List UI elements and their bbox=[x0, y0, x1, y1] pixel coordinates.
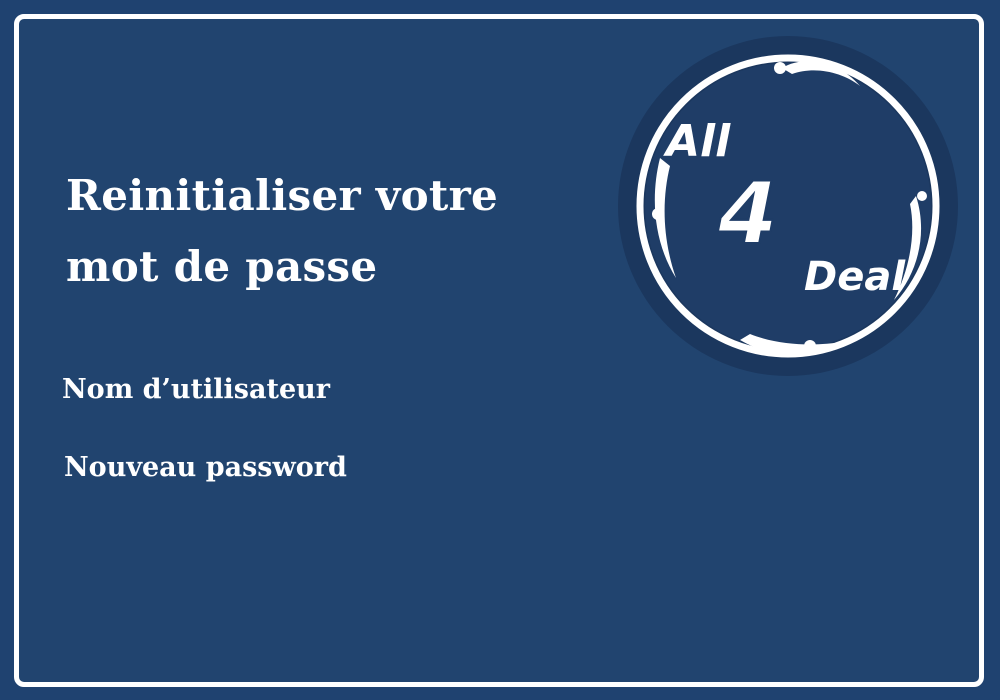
logo-inner-disc bbox=[645, 63, 931, 349]
username-label: Nom d’utilisateur bbox=[62, 374, 331, 405]
all4deal-logo: All 4 Deal bbox=[618, 36, 958, 376]
logo-text-4: 4 bbox=[717, 164, 778, 264]
page-title-line-2: mot de passe bbox=[66, 242, 378, 291]
page-title: Reinitialiser votre mot de passe bbox=[66, 160, 586, 302]
reset-password-screen: Reinitialiser votre mot de passe Nom d’u… bbox=[0, 0, 1000, 700]
logo-text-deal: Deal bbox=[804, 254, 906, 300]
page-title-line-1: Reinitialiser votre bbox=[66, 171, 499, 220]
new-password-label: Nouveau password bbox=[64, 452, 347, 483]
logo-text-all: All bbox=[663, 116, 731, 167]
